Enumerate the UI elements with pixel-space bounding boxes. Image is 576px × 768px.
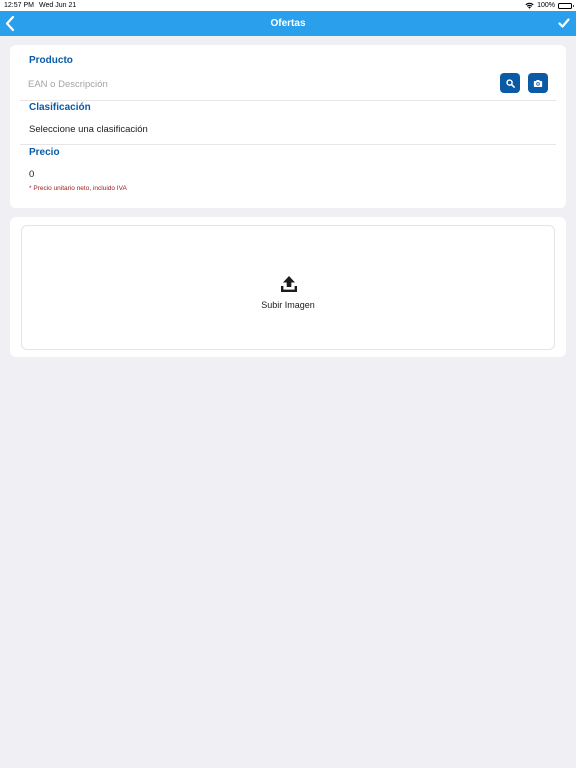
- search-button[interactable]: [500, 73, 520, 93]
- checkmark-icon[interactable]: [558, 17, 570, 29]
- product-search-input[interactable]: [28, 75, 488, 93]
- divider: [20, 100, 556, 101]
- status-date: Wed Jun 21: [39, 2, 77, 9]
- status-indicators: 100%: [525, 0, 574, 11]
- upload-label: Subir Imagen: [261, 300, 315, 310]
- camera-button[interactable]: [528, 73, 548, 93]
- offer-form-card: Producto Clasificación Seleccione una cl…: [10, 45, 566, 208]
- classification-label: Clasificación: [29, 102, 91, 113]
- battery-icon: [558, 2, 574, 9]
- wifi-icon: [525, 2, 534, 9]
- classification-select[interactable]: Seleccione una clasificación: [29, 124, 148, 135]
- camera-icon: [533, 79, 543, 87]
- divider: [20, 144, 556, 145]
- product-label: Producto: [29, 55, 73, 66]
- price-note: * Precio unitario neto, incluido IVA: [29, 185, 127, 192]
- page-title: Ofertas: [270, 18, 306, 29]
- status-bar: 12:57 PM Wed Jun 21 100%: [0, 0, 576, 11]
- status-time: 12:57 PM: [4, 2, 34, 9]
- upload-image-button[interactable]: Subir Imagen: [21, 225, 555, 350]
- upload-icon: [281, 276, 297, 292]
- nav-bar: Ofertas: [0, 11, 576, 36]
- image-upload-card: Subir Imagen: [10, 217, 566, 357]
- search-icon: [505, 78, 515, 88]
- price-input[interactable]: 0: [29, 169, 34, 180]
- price-label: Precio: [29, 147, 60, 158]
- battery-percent: 100%: [537, 2, 555, 9]
